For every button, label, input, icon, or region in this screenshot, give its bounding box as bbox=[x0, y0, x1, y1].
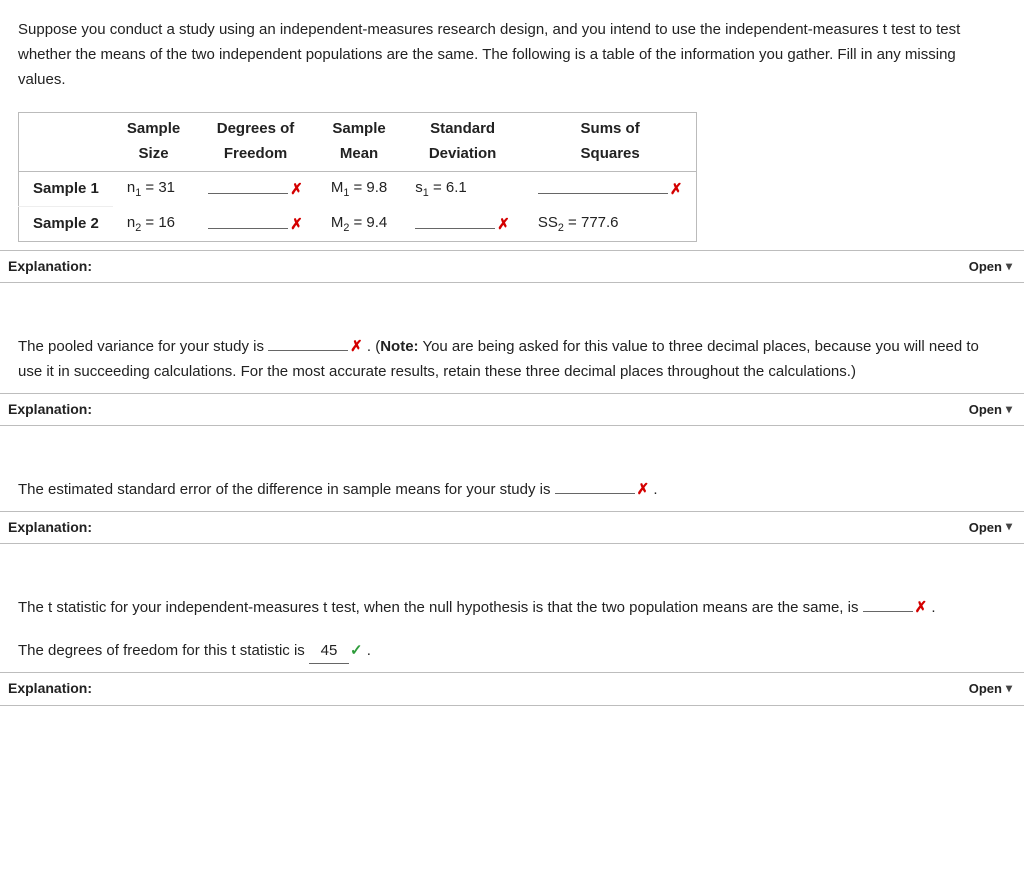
x-icon: ✗ bbox=[290, 181, 303, 198]
chevron-down-icon: ▾ bbox=[1006, 679, 1012, 699]
hdr-mean-2: Mean bbox=[340, 145, 378, 162]
explanation-toggle[interactable]: Explanation: Open▾ bbox=[0, 250, 1024, 283]
open-button[interactable]: Open▾ bbox=[969, 517, 1012, 538]
table-row: Sample 1 n1 = 31 ✗ M1 = 9.8 s1 = 6.1 ✗ bbox=[19, 171, 697, 206]
x-icon: ✗ bbox=[915, 599, 928, 616]
row1-ss-input[interactable]: ✗ bbox=[524, 171, 697, 206]
row1-n: n1 = 31 bbox=[113, 171, 194, 206]
check-icon: ✓ bbox=[350, 642, 363, 659]
explanation-toggle[interactable]: Explanation: Open▾ bbox=[0, 511, 1024, 544]
t-stat-input[interactable] bbox=[863, 594, 913, 612]
open-button[interactable]: Open▾ bbox=[969, 399, 1012, 420]
data-table: SampleSize Degrees ofFreedom SampleMean … bbox=[18, 112, 697, 242]
x-icon: ✗ bbox=[290, 216, 303, 233]
intro-text: Suppose you conduct a study using an ind… bbox=[18, 18, 1006, 92]
explanation-label: Explanation: bbox=[8, 516, 92, 539]
x-icon: ✗ bbox=[637, 481, 650, 498]
df-answer[interactable]: 45 bbox=[309, 639, 349, 665]
explanation-label: Explanation: bbox=[8, 398, 92, 421]
hdr-size-1: Sample bbox=[127, 120, 180, 137]
explanation-toggle[interactable]: Explanation: Open▾ bbox=[0, 393, 1024, 426]
row2-mean: M2 = 9.4 bbox=[317, 207, 401, 242]
row2-sd-input[interactable]: ✗ bbox=[401, 207, 524, 242]
pooled-variance-input[interactable] bbox=[268, 333, 348, 351]
explanation-toggle[interactable]: Explanation: Open▾ bbox=[0, 672, 1024, 705]
explanation-label: Explanation: bbox=[8, 677, 92, 700]
q2-text: The pooled variance for your study is ✗ … bbox=[18, 333, 1006, 385]
table-row: Sample 2 n2 = 16 ✗ M2 = 9.4 ✗ SS2 = 777.… bbox=[19, 207, 697, 242]
x-icon: ✗ bbox=[670, 181, 683, 198]
hdr-size-2: Size bbox=[139, 145, 169, 162]
hdr-sd-1: Standard bbox=[430, 120, 495, 137]
x-icon: ✗ bbox=[497, 216, 510, 233]
row2-label: Sample 2 bbox=[19, 207, 113, 242]
q4-text: The t statistic for your independent-mea… bbox=[18, 594, 1006, 665]
row1-df-input[interactable]: ✗ bbox=[194, 171, 317, 206]
row2-n: n2 = 16 bbox=[113, 207, 194, 242]
chevron-down-icon: ▾ bbox=[1006, 517, 1012, 537]
explanation-label: Explanation: bbox=[8, 255, 92, 278]
row1-mean: M1 = 9.8 bbox=[317, 171, 401, 206]
hdr-df-1: Degrees of bbox=[217, 120, 295, 137]
row2-ss: SS2 = 777.6 bbox=[524, 207, 697, 242]
q3-text: The estimated standard error of the diff… bbox=[18, 476, 1006, 503]
hdr-ss-2: Squares bbox=[581, 145, 640, 162]
std-error-input[interactable] bbox=[555, 476, 635, 494]
row1-sd: s1 = 6.1 bbox=[401, 171, 524, 206]
row2-df-input[interactable]: ✗ bbox=[194, 207, 317, 242]
hdr-ss-1: Sums of bbox=[581, 120, 640, 137]
chevron-down-icon: ▾ bbox=[1006, 400, 1012, 420]
row1-label: Sample 1 bbox=[19, 171, 113, 206]
hdr-mean-1: Sample bbox=[332, 120, 385, 137]
x-icon: ✗ bbox=[350, 338, 363, 355]
open-button[interactable]: Open▾ bbox=[969, 256, 1012, 277]
hdr-sd-2: Deviation bbox=[429, 145, 497, 162]
chevron-down-icon: ▾ bbox=[1006, 257, 1012, 277]
hdr-df-2: Freedom bbox=[224, 145, 287, 162]
open-button[interactable]: Open▾ bbox=[969, 678, 1012, 699]
